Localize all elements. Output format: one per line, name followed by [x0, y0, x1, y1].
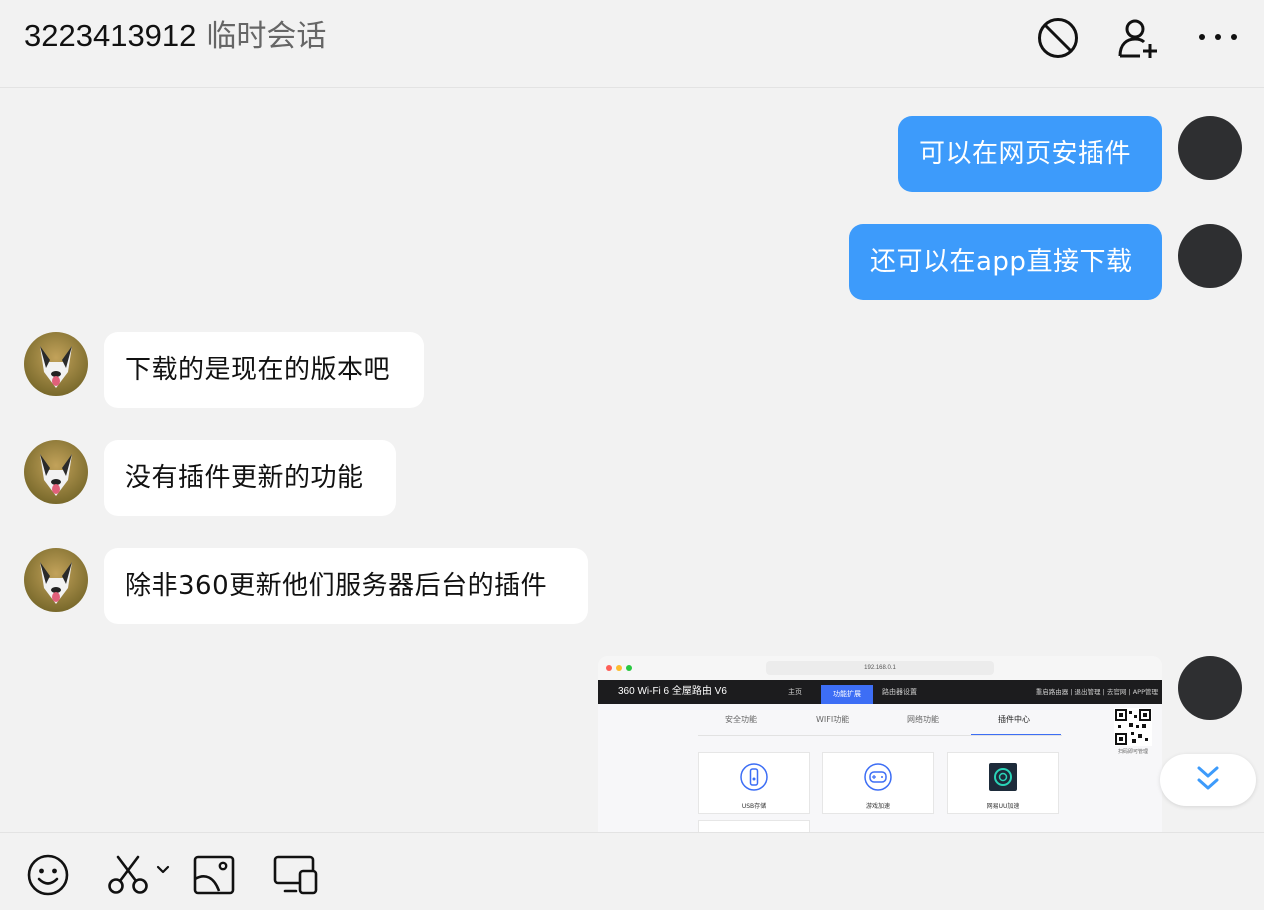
- add-contact-icon[interactable]: [1116, 16, 1160, 60]
- plugin-card-usb: USB存储: [698, 752, 810, 814]
- router-nav-bar: 360 Wi-Fi 6 全屋路由 V6 主页 功能扩展 路由器设置 重启路由器 …: [598, 680, 1162, 704]
- self-avatar[interactable]: [1178, 116, 1242, 180]
- image-icon[interactable]: [192, 853, 236, 897]
- browser-url: 192.168.0.1: [766, 661, 994, 675]
- router-nav-extensions: 功能扩展: [821, 685, 873, 704]
- qr-label: 扫码即可管理: [1117, 749, 1148, 755]
- message-bubble-incoming[interactable]: 下载的是现在的版本吧: [104, 332, 424, 408]
- contact-avatar[interactable]: [24, 440, 88, 504]
- self-avatar[interactable]: [1178, 656, 1242, 720]
- router-tab-wifi: WIFI功能: [816, 715, 850, 724]
- plugin-card-uu: 网易UU加速: [947, 752, 1059, 814]
- self-avatar[interactable]: [1178, 224, 1242, 288]
- screenshot-scissors-icon[interactable]: [106, 853, 174, 897]
- chat-title: 3223413912 临时会话: [24, 16, 326, 57]
- contact-avatar[interactable]: [24, 548, 88, 612]
- message-bubble-outgoing[interactable]: 可以在网页安插件: [898, 116, 1162, 192]
- uu-accelerator-icon: [989, 763, 1017, 791]
- emoji-icon[interactable]: [26, 853, 70, 897]
- block-icon[interactable]: [1036, 16, 1080, 60]
- qr-code-icon: [1114, 708, 1152, 746]
- screen-share-icon[interactable]: [272, 853, 320, 897]
- router-top-links: 重启路由器 | 退出管理 | 去官网 | APP管理: [1035, 688, 1158, 696]
- message-bubble-outgoing[interactable]: 还可以在app直接下载: [849, 224, 1162, 300]
- router-brand: 360 Wi-Fi 6 全屋路由 V6: [618, 686, 727, 697]
- plugin-card-game-accel: 游戏加速: [822, 752, 934, 814]
- contact-avatar[interactable]: [24, 332, 88, 396]
- plugin-card-partial: [698, 820, 810, 832]
- gamepad-icon: [864, 763, 892, 791]
- image-message-router-screenshot[interactable]: 192.168.0.1 360 Wi-Fi 6 全屋路由 V6 主页 功能扩展 …: [598, 656, 1162, 832]
- contact-id: 3223413912: [24, 18, 197, 53]
- chat-header: 3223413912 临时会话: [0, 0, 1264, 88]
- double-chevron-down-icon: [1197, 766, 1219, 790]
- router-tab-security: 安全功能: [725, 715, 757, 724]
- router-nav-home: 主页: [788, 688, 802, 696]
- more-icon[interactable]: [1196, 16, 1240, 60]
- message-bubble-incoming[interactable]: 没有插件更新的功能: [104, 440, 396, 516]
- router-nav-settings: 路由器设置: [882, 688, 917, 696]
- usb-icon: [740, 763, 768, 791]
- router-tab-plugins: 插件中心: [998, 715, 1030, 724]
- chat-type-label: 临时会话: [206, 19, 327, 54]
- router-tab-network: 网络功能: [907, 715, 939, 724]
- input-toolbar: [0, 832, 1264, 910]
- message-bubble-incoming[interactable]: 除非360更新他们服务器后台的插件: [104, 548, 588, 624]
- scroll-to-bottom-button[interactable]: [1160, 754, 1256, 806]
- browser-toolbar: 192.168.0.1: [598, 656, 1162, 681]
